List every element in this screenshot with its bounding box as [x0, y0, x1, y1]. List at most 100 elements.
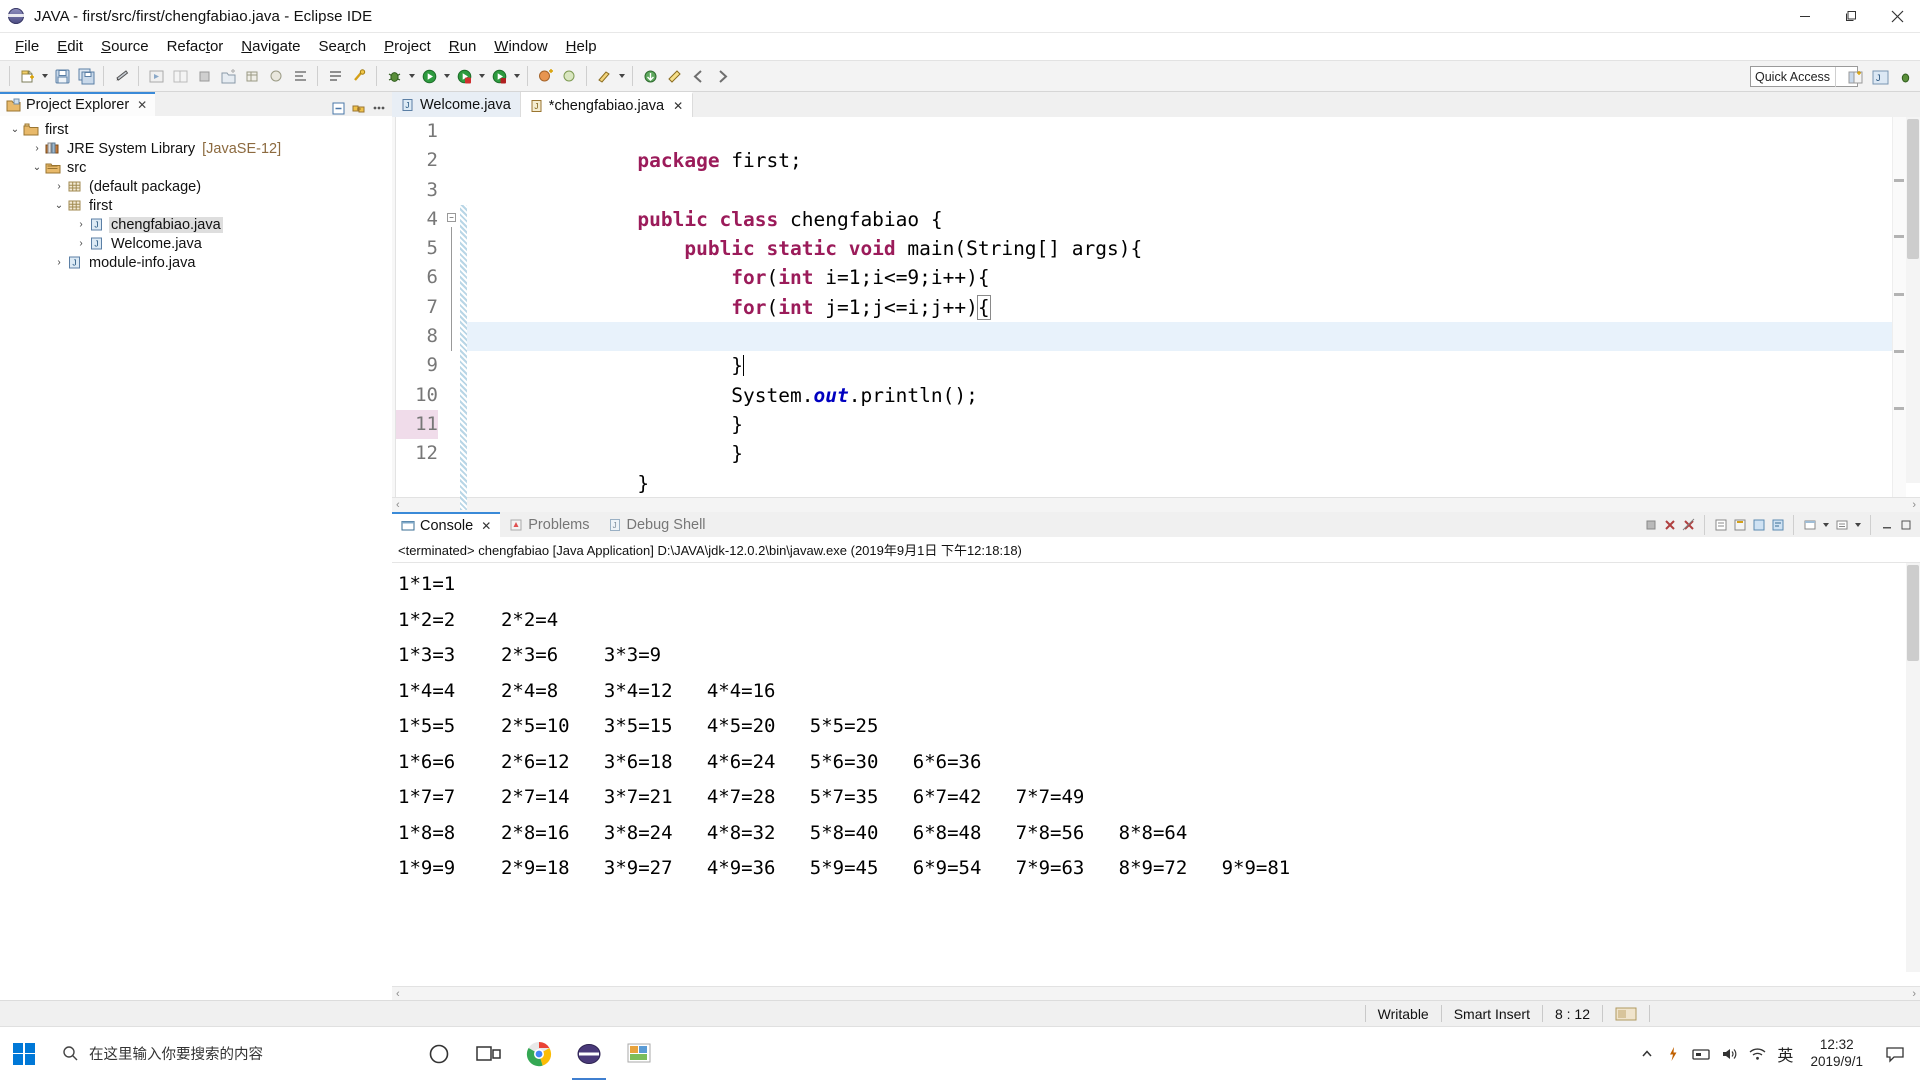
ppt-icon[interactable]: [614, 1027, 664, 1080]
console-horizontal-scrollbar[interactable]: ‹ ›: [392, 986, 1920, 1000]
volume-icon[interactable]: [1721, 1046, 1738, 1062]
scrollbar-thumb[interactable]: [1907, 119, 1919, 259]
run-button[interactable]: [418, 65, 440, 87]
code-line[interactable]: }: [467, 439, 1920, 495]
back-button[interactable]: [687, 65, 709, 87]
open-console-dropdown[interactable]: [1852, 514, 1863, 536]
tree-item-src[interactable]: ⌄ src: [0, 158, 392, 177]
code-line-current[interactable]: }: [467, 322, 1920, 377]
cortana-icon[interactable]: [414, 1027, 464, 1080]
code-line[interactable]: for(int i=1;i<=9;i++){: [467, 234, 1920, 289]
fold-collapse-icon[interactable]: −: [447, 213, 456, 222]
search-button[interactable]: [348, 65, 370, 87]
pin-console-icon[interactable]: [1750, 516, 1767, 533]
chevron-right-icon[interactable]: ›: [74, 215, 88, 234]
code-line[interactable]: for(int j=1;j<=i;j++){: [467, 263, 1920, 320]
network-icon[interactable]: [1749, 1046, 1766, 1062]
source-code[interactable]: package first; public class chengfabiao …: [467, 117, 1920, 497]
code-line[interactable]: }: [467, 381, 1920, 436]
new-wizard-dropdown[interactable]: [39, 65, 50, 87]
code-line[interactable]: public static void main(String[] args){: [467, 205, 1920, 260]
previous-annotation-button[interactable]: [663, 65, 685, 87]
tree-item-first-project[interactable]: ⌄ first: [0, 120, 392, 139]
minimize-view-icon[interactable]: [1878, 516, 1895, 533]
perspective-java-button[interactable]: J: [1869, 66, 1891, 88]
menu-project[interactable]: Project: [375, 35, 440, 58]
code-area[interactable]: 1 2 3 4 5 6 7 8 9 10 11 12 − package fir…: [392, 117, 1920, 510]
debug-button[interactable]: [383, 65, 405, 87]
tab-debug-shell[interactable]: J Debug Shell: [599, 512, 715, 537]
console-output-wrap[interactable]: 1*1=1 1*2=2 2*2=4 1*3=3 2*3=6 3*3=9 1*4=…: [392, 563, 1920, 986]
tree-item-jre-system-library[interactable]: › JRE System Library [JavaSE-12]: [0, 139, 392, 158]
maximize-view-icon[interactable]: [1897, 516, 1914, 533]
maximize-button[interactable]: [1828, 0, 1874, 33]
open-perspective-button[interactable]: [1844, 66, 1866, 88]
editor-tab-welcome-java[interactable]: J Welcome.java: [392, 92, 521, 117]
new-wizard-button[interactable]: [16, 65, 38, 87]
menu-help[interactable]: Help: [557, 35, 606, 58]
chevron-down-icon[interactable]: ⌄: [8, 120, 22, 139]
remove-all-terminated-icon[interactable]: [1680, 516, 1697, 533]
open-type-button[interactable]: [324, 65, 346, 87]
external-tools-button[interactable]: [169, 65, 191, 87]
link-with-editor-icon[interactable]: [350, 100, 366, 116]
chevron-right-icon[interactable]: ›: [52, 253, 66, 272]
save-button[interactable]: [51, 65, 73, 87]
toggle-markers-button[interactable]: [289, 65, 311, 87]
print-button[interactable]: [110, 65, 132, 87]
perspective-debug-button[interactable]: [1894, 66, 1916, 88]
open-console-icon[interactable]: [1833, 516, 1850, 533]
tree-item-default-package[interactable]: › (default package): [0, 177, 392, 196]
menu-source[interactable]: Source: [92, 35, 158, 58]
code-line[interactable]: public class chengfabiao {: [467, 176, 1920, 231]
mark-occurrences-dropdown[interactable]: [616, 65, 627, 87]
editor-indicator-icon[interactable]: [1603, 1006, 1649, 1022]
coverage-dropdown[interactable]: [476, 65, 487, 87]
editor-horizontal-scrollbar[interactable]: ‹ ›: [392, 497, 1920, 512]
code-line[interactable]: [467, 146, 1920, 175]
terminate-icon[interactable]: [1642, 516, 1659, 533]
clear-console-icon[interactable]: [1712, 516, 1729, 533]
overview-ruler[interactable]: [1892, 117, 1906, 497]
remove-launch-icon[interactable]: [1661, 516, 1678, 533]
scroll-left-icon[interactable]: ‹: [396, 499, 400, 511]
menu-file[interactable]: File: [6, 35, 48, 58]
tree-item-welcome-java[interactable]: › J Welcome.java: [0, 234, 392, 253]
collapse-all-icon[interactable]: [330, 100, 346, 116]
scroll-right-icon[interactable]: ›: [1912, 499, 1916, 511]
menu-refactor[interactable]: Refactor: [158, 35, 233, 58]
word-wrap-icon[interactable]: [1769, 516, 1786, 533]
stop-button[interactable]: [193, 65, 215, 87]
next-annotation-button[interactable]: [639, 65, 661, 87]
new-package-button[interactable]: [241, 65, 263, 87]
minimize-button[interactable]: [1782, 0, 1828, 33]
chevron-right-icon[interactable]: ›: [30, 139, 44, 158]
eclipse-icon[interactable]: [564, 1027, 614, 1080]
toggle-mark-occurrences-button[interactable]: [593, 65, 615, 87]
close-icon[interactable]: ✕: [481, 519, 491, 533]
tab-console[interactable]: Console ✕: [392, 512, 501, 537]
project-tree[interactable]: ⌄ first › JRE System Library [JavaSE-12]: [0, 116, 392, 1000]
chevron-right-icon[interactable]: ›: [74, 234, 88, 253]
display-console-dropdown[interactable]: [1820, 514, 1831, 536]
save-all-button[interactable]: [75, 65, 97, 87]
tree-item-module-info-java[interactable]: › J module-info.java: [0, 253, 392, 272]
editor-tab-chengfabiao-java[interactable]: J *chengfabiao.java ✕: [520, 92, 694, 117]
debug-dropdown[interactable]: [406, 65, 417, 87]
forward-button[interactable]: [711, 65, 733, 87]
profile-dropdown[interactable]: [511, 65, 522, 87]
console-output[interactable]: 1*1=1 1*2=2 2*2=4 1*3=3 2*3=6 3*3=9 1*4=…: [392, 563, 1920, 887]
folding-gutter[interactable]: −: [444, 117, 460, 497]
action-center-icon[interactable]: [1880, 1027, 1910, 1080]
coverage-button[interactable]: [453, 65, 475, 87]
menu-search[interactable]: Search: [310, 35, 376, 58]
scroll-left-icon[interactable]: ‹: [396, 988, 400, 1000]
chevron-down-icon[interactable]: ⌄: [52, 196, 66, 215]
code-line[interactable]: package first;: [467, 117, 1920, 172]
start-button[interactable]: [0, 1027, 48, 1080]
menu-navigate[interactable]: Navigate: [232, 35, 309, 58]
tree-item-first-package[interactable]: ⌄ first: [0, 196, 392, 215]
run-dropdown[interactable]: [441, 65, 452, 87]
editor-vertical-scrollbar[interactable]: [1906, 117, 1920, 483]
close-icon[interactable]: ✕: [137, 98, 147, 112]
